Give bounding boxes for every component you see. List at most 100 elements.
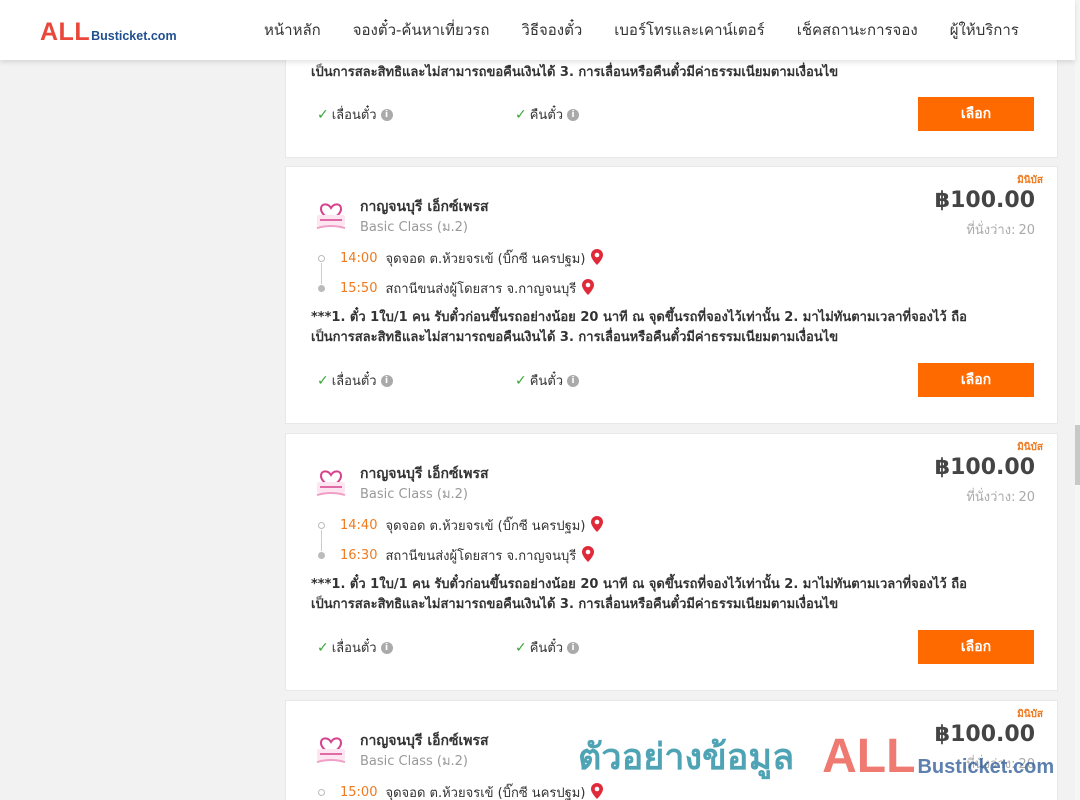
arrival-time: 16:30 — [340, 548, 378, 563]
scrollbar-thumb[interactable] — [1075, 425, 1080, 485]
departure-time: 14:40 — [340, 518, 378, 533]
seats-label: ที่นั่งว่าง: — [966, 490, 1016, 505]
feature-refund: ✓ คืนตั๋ว i — [515, 370, 580, 391]
vehicle-type-tag: มินิบัส — [1017, 709, 1043, 720]
trip-notice-line: เป็นการสละสิทธิและไม่สามารถขอคืนเงินได้ … — [311, 597, 839, 612]
operator-name: กาญจนบุรี เอ็กซ์เพรส — [360, 466, 489, 482]
seat-class: Basic Class (ม.2) — [360, 487, 468, 502]
nav-item-phone-counters[interactable]: เบอร์โทรและเคาน์เตอร์ — [598, 18, 780, 42]
feature-refund-label: คืนตั๋ว — [529, 108, 564, 123]
arrival-time: 15:50 — [340, 281, 378, 296]
seats-count: 20 — [1018, 223, 1035, 238]
nav-item-how-to-book[interactable]: วิธีจองตั๋ว — [505, 18, 598, 42]
feature-refund-label: คืนตั๋ว — [529, 641, 564, 656]
departure-stop: 14:00 จุดจอด ต.ห้วยจรเข้ (บิ๊กซี นครปฐม) — [340, 248, 604, 269]
seats-count: 20 — [1018, 757, 1035, 772]
check-icon: ✓ — [317, 639, 329, 656]
trip-price: ฿100.00 — [934, 722, 1035, 747]
seat-class: Basic Class (ม.2) — [360, 754, 468, 769]
select-trip-button[interactable]: เลือก — [918, 630, 1034, 664]
departure-stop: 14:40 จุดจอด ต.ห้วยจรเข้ (บิ๊กซี นครปฐม) — [340, 515, 604, 536]
check-icon: ✓ — [515, 639, 527, 656]
departure-stop: 15:00 จุดจอด ต.ห้วยจรเข้ (บิ๊กซี นครปฐม) — [340, 782, 604, 800]
trip-card: มินิบัส กาญจนบุรี เอ็กซ์เพรส Basic Class… — [285, 700, 1058, 800]
feature-reschedule-label: เลื่อนตั๋ว — [331, 108, 377, 123]
operator-logo — [311, 727, 351, 767]
info-icon[interactable]: i — [380, 641, 393, 654]
info-icon[interactable]: i — [567, 641, 580, 654]
trip-notice-line: ***1. ตั๋ว 1ใบ/1 คน รับตั๋วก่อนขึ้นรถอย่… — [311, 310, 967, 325]
seats-available: ที่นั่งว่าง: 20 — [963, 753, 1035, 774]
arrival-dot — [318, 552, 325, 559]
departure-dot — [318, 522, 325, 529]
trip-card: มินิบัส กาญจนบุรี เอ็กซ์เพรส Basic Class… — [285, 166, 1058, 424]
feature-reschedule: ✓ เลื่อนตั๋ว i — [317, 637, 393, 658]
operator-name: กาญจนบุรี เอ็กซ์เพรส — [360, 199, 489, 215]
departure-dot — [318, 255, 325, 262]
arrival-place: สถานีขนส่งผู้โดยสาร จ.กาญจนบุรี — [385, 549, 577, 564]
map-pin-icon[interactable] — [591, 782, 604, 800]
seats-available: ที่นั่งว่าง: 20 — [963, 486, 1035, 507]
departure-place: จุดจอด ต.ห้วยจรเข้ (บิ๊กซี นครปฐม) — [385, 252, 586, 267]
check-icon: ✓ — [515, 372, 527, 389]
select-trip-button[interactable]: เลือก — [918, 97, 1034, 131]
trip-price: ฿100.00 — [934, 455, 1035, 480]
site-logo[interactable]: ALL Busticket.com — [40, 18, 177, 47]
logo-all-text: ALL — [40, 18, 91, 46]
nav-item-check-booking[interactable]: เช็คสถานะการจอง — [781, 18, 934, 42]
info-icon[interactable]: i — [380, 108, 393, 121]
map-pin-icon[interactable] — [591, 248, 604, 269]
site-header: ALL Busticket.com หน้าหลัก จองตั๋ว-ค้นหา… — [0, 0, 1075, 60]
page-scrollbar[interactable] — [1075, 0, 1080, 800]
trip-notice: ***1. ตั๋ว 1ใบ/1 คน รับตั๋วก่อนขึ้นรถอย่… — [311, 575, 1011, 615]
operator-logo — [311, 460, 351, 500]
seats-label: ที่นั่งว่าง: — [966, 757, 1016, 772]
timeline-line — [321, 530, 322, 551]
arrival-stop: 16:30 สถานีขนส่งผู้โดยสาร จ.กาญจนบุรี — [340, 545, 595, 566]
departure-dot — [318, 789, 325, 796]
feature-refund: ✓ คืนตั๋ว i — [515, 637, 580, 658]
check-icon: ✓ — [515, 106, 527, 123]
trip-notice-line: เป็นการสละสิทธิและไม่สามารถขอคืนเงินได้ … — [311, 65, 839, 80]
info-icon[interactable]: i — [567, 374, 580, 387]
check-icon: ✓ — [317, 106, 329, 123]
feature-reschedule: ✓ เลื่อนตั๋ว i — [317, 370, 393, 391]
seats-label: ที่นั่งว่าง: — [966, 223, 1016, 238]
timeline-line — [321, 263, 322, 284]
arrival-place: สถานีขนส่งผู้โดยสาร จ.กาญจนบุรี — [385, 282, 577, 297]
vehicle-type-tag: มินิบัส — [1017, 442, 1043, 453]
nav-item-book-search[interactable]: จองตั๋ว-ค้นหาเที่ยวรถ — [337, 18, 506, 42]
trip-price: ฿100.00 — [934, 188, 1035, 213]
arrival-dot — [318, 285, 325, 292]
departure-time: 14:00 — [340, 251, 378, 266]
feature-reschedule-label: เลื่อนตั๋ว — [331, 641, 377, 656]
check-icon: ✓ — [317, 372, 329, 389]
logo-domain-text: Busticket.com — [91, 29, 177, 43]
seat-class: Basic Class (ม.2) — [360, 220, 468, 235]
seats-count: 20 — [1018, 490, 1035, 505]
map-pin-icon[interactable] — [582, 278, 595, 299]
info-icon[interactable]: i — [567, 108, 580, 121]
map-pin-icon[interactable] — [582, 545, 595, 566]
operator-name: กาญจนบุรี เอ็กซ์เพรส — [360, 733, 489, 749]
trip-notice: ***1. ตั๋ว 1ใบ/1 คน รับตั๋วก่อนขึ้นรถอย่… — [311, 308, 1011, 348]
nav-item-operators[interactable]: ผู้ให้บริการ — [934, 18, 1035, 42]
arrival-stop: 15:50 สถานีขนส่งผู้โดยสาร จ.กาญจนบุรี — [340, 278, 595, 299]
nav-item-home[interactable]: หน้าหลัก — [248, 18, 337, 42]
vehicle-type-tag: มินิบัส — [1017, 175, 1043, 186]
map-pin-icon[interactable] — [591, 515, 604, 536]
departure-place: จุดจอด ต.ห้วยจรเข้ (บิ๊กซี นครปฐม) — [385, 519, 586, 534]
feature-reschedule: ✓ เลื่อนตั๋ว i — [317, 104, 393, 125]
feature-refund: ✓ คืนตั๋ว i — [515, 104, 580, 125]
trip-notice-line: ***1. ตั๋ว 1ใบ/1 คน รับตั๋วก่อนขึ้นรถอย่… — [311, 577, 967, 592]
feature-refund-label: คืนตั๋ว — [529, 374, 564, 389]
departure-place: จุดจอด ต.ห้วยจรเข้ (บิ๊กซี นครปฐม) — [385, 786, 586, 800]
main-nav: หน้าหลัก จองตั๋ว-ค้นหาเที่ยวรถ วิธีจองตั… — [248, 0, 1035, 60]
info-icon[interactable]: i — [380, 374, 393, 387]
departure-time: 15:00 — [340, 785, 378, 800]
trip-notice: เป็นการสละสิทธิและไม่สามารถขอคืนเงินได้ … — [311, 63, 1011, 83]
trip-card: มินิบัส กาญจนบุรี เอ็กซ์เพรส Basic Class… — [285, 433, 1058, 691]
seats-available: ที่นั่งว่าง: 20 — [963, 219, 1035, 240]
select-trip-button[interactable]: เลือก — [918, 363, 1034, 397]
trip-notice-line: เป็นการสละสิทธิและไม่สามารถขอคืนเงินได้ … — [311, 330, 839, 345]
